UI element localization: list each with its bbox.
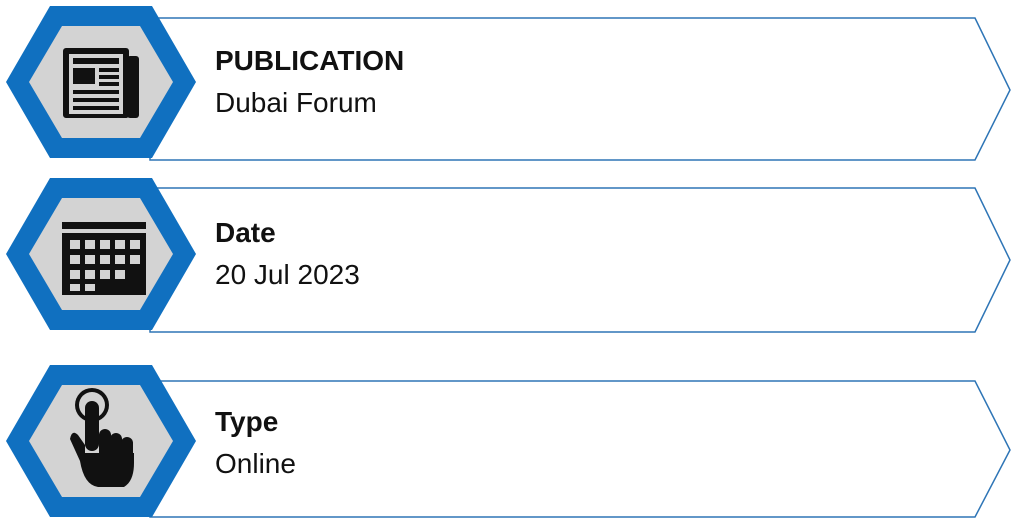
newspaper-icon bbox=[63, 48, 139, 118]
info-row-publication: PUBLICATION Dubai Forum bbox=[0, 0, 1012, 175]
info-row-type: Type Online bbox=[0, 345, 1012, 520]
row-frame bbox=[6, 6, 1011, 161]
row-frame bbox=[6, 178, 1011, 333]
date-label: Date bbox=[215, 217, 276, 248]
type-value: Online bbox=[215, 448, 296, 479]
date-value: 20 Jul 2023 bbox=[215, 259, 360, 290]
info-row-date: Date 20 Jul 2023 bbox=[0, 172, 1012, 347]
publication-value: Dubai Forum bbox=[215, 87, 377, 118]
type-label: Type bbox=[215, 406, 279, 437]
row-frame bbox=[6, 365, 1011, 518]
publication-label: PUBLICATION bbox=[215, 45, 405, 76]
